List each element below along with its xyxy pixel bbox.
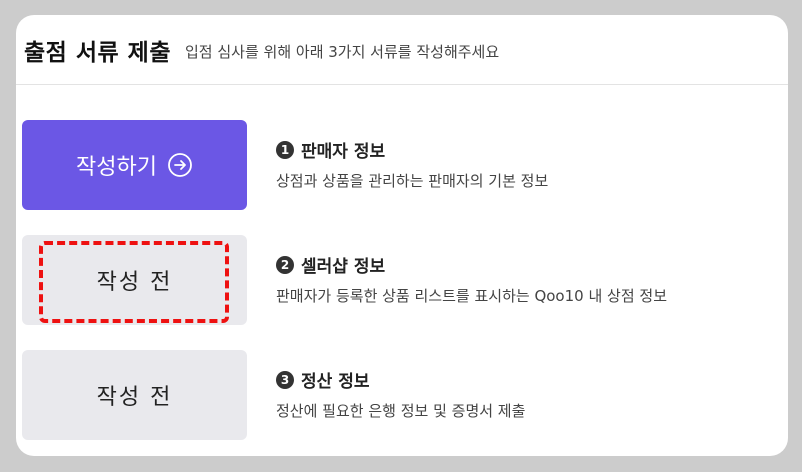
step-settlement-info: 3 정산 정보 정산에 필요한 은행 정보 및 증명서 제출 (276, 367, 525, 421)
page-title: 출점 서류 제출 (24, 39, 171, 66)
step-number-icon: 1 (276, 140, 294, 159)
step-description: 상점과 상품을 관리하는 판매자의 기본 정보 (276, 172, 549, 190)
write-button-label: 작성하기 (76, 155, 157, 180)
step-title: 정산 정보 (301, 372, 370, 392)
step-title: 셀러샵 정보 (301, 257, 386, 277)
page-subtitle: 입점 심사를 위해 아래 3가지 서류를 작성해주세요 (184, 42, 500, 61)
arrow-right-circle-icon (167, 152, 193, 178)
card-header: 출점 서류 제출 입점 심사를 위해 아래 3가지 서류를 작성해주세요 (16, 15, 788, 85)
pending-button-label: 작성 전 (96, 385, 173, 410)
step-number-icon: 2 (276, 255, 294, 274)
step-seller-info: 1 판매자 정보 상점과 상품을 관리하는 판매자의 기본 정보 (276, 137, 548, 191)
seller-shop-pending-button[interactable]: 작성 전 (22, 235, 247, 325)
pending-button-label: 작성 전 (96, 270, 173, 295)
settlement-pending-button[interactable]: 작성 전 (22, 350, 247, 440)
step-number-icon: 3 (276, 370, 294, 389)
step-description: 정산에 필요한 은행 정보 및 증명서 제출 (276, 402, 526, 420)
step-seller-shop-info: 2 셀러샵 정보 판매자가 등록한 상품 리스트를 표시하는 Qoo10 내 상… (276, 252, 667, 306)
step-description: 판매자가 등록한 상품 리스트를 표시하는 Qoo10 내 상점 정보 (276, 287, 667, 305)
step-title: 판매자 정보 (301, 142, 386, 162)
document-submission-card: 출점 서류 제출 입점 심사를 위해 아래 3가지 서류를 작성해주세요 작성하… (16, 15, 788, 456)
write-seller-info-button[interactable]: 작성하기 (22, 120, 247, 210)
